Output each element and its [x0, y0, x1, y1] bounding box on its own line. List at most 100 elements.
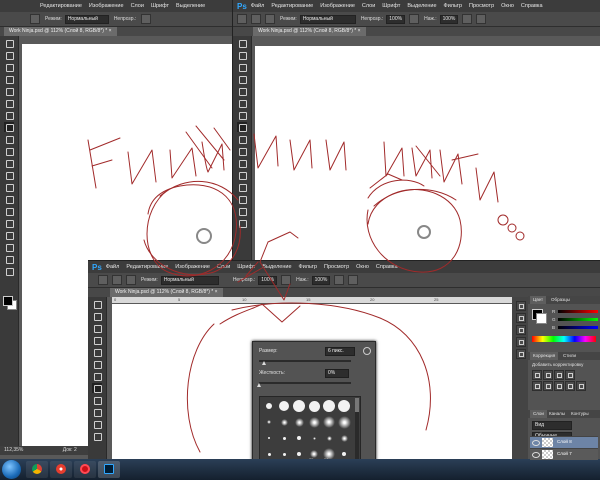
move-tool-icon-mid[interactable]: [237, 38, 247, 48]
brush-size-slider[interactable]: [259, 360, 351, 362]
stamp-tool-icon-mid[interactable]: [237, 134, 247, 144]
brush-preset-cell[interactable]: [262, 415, 276, 429]
menu-edit-back[interactable]: Редактирование: [40, 3, 82, 9]
preset-scrollbar[interactable]: [355, 398, 359, 462]
pen-tool-icon[interactable]: [4, 206, 14, 216]
foreground-color-swatch[interactable]: [3, 296, 13, 306]
brush-preset-cell[interactable]: [322, 431, 336, 445]
layer-visibility-eye-icon[interactable]: [532, 440, 540, 446]
tab-adjustments[interactable]: Коррекция: [530, 352, 559, 360]
opacity-pressure-icon-front[interactable]: [281, 275, 292, 285]
color-spectrum-bar[interactable]: [532, 336, 596, 342]
menu-type-back[interactable]: Шрифт: [151, 3, 169, 9]
lasso-tool-icon[interactable]: [4, 62, 14, 72]
brush-preset-icon[interactable]: [30, 14, 40, 24]
channel-g-slider[interactable]: [558, 318, 598, 321]
crop-tool-icon-front[interactable]: [92, 347, 102, 357]
menu-help-front[interactable]: Справка: [376, 264, 398, 270]
airbrush-icon-front[interactable]: [334, 275, 345, 285]
document-tab-front[interactable]: Work Ninja.psd @ 112% (Слой 8, RGB/8*) *…: [110, 288, 223, 297]
preset-scrollbar-thumb[interactable]: [355, 398, 359, 412]
hue-saturation-icon[interactable]: [543, 381, 553, 391]
canvas-middle[interactable]: [255, 46, 600, 265]
brush-preset-cell[interactable]: [322, 415, 336, 429]
quick-select-tool-icon[interactable]: [4, 74, 14, 84]
marquee-tool-icon-front[interactable]: [92, 311, 102, 321]
stamp-tool-icon[interactable]: [4, 134, 14, 144]
brush-preset-cell[interactable]: [307, 399, 321, 413]
healing-tool-icon-mid[interactable]: [237, 110, 247, 120]
character-panel-icon[interactable]: [516, 349, 526, 359]
crop-tool-icon[interactable]: [4, 86, 14, 96]
eraser-tool-icon[interactable]: [4, 158, 14, 168]
menu-layers-front[interactable]: Слои: [217, 264, 230, 270]
actions-panel-icon[interactable]: [516, 313, 526, 323]
menu-image[interactable]: Изображение: [320, 3, 355, 9]
taskbar-app-yandex[interactable]: [50, 461, 72, 478]
brush-tool-icon-front[interactable]: [92, 383, 102, 393]
brush-preset-cell[interactable]: [277, 431, 291, 445]
menu-file-front[interactable]: Файл: [106, 264, 120, 270]
menu-type-front[interactable]: Шрифт: [237, 264, 255, 270]
menu-image-front[interactable]: Изображение: [175, 264, 210, 270]
brush-panel-icon-front[interactable]: [126, 275, 136, 285]
brush-size-field[interactable]: 6 пикс.: [325, 347, 355, 356]
pen-tool-icon-mid[interactable]: [237, 206, 247, 216]
brush-tool-icon[interactable]: [4, 122, 14, 132]
history-brush-tool-icon[interactable]: [4, 146, 14, 156]
mode-select[interactable]: Нормальный: [64, 14, 109, 24]
brush-preset-cell[interactable]: [262, 431, 276, 445]
lasso-tool-icon-front[interactable]: [92, 323, 102, 333]
gradient-tool-icon[interactable]: [4, 170, 14, 180]
layer-visibility-eye-icon[interactable]: [532, 452, 540, 458]
dodge-tool-icon-mid[interactable]: [237, 194, 247, 204]
eyedropper-tool-icon-mid[interactable]: [237, 98, 247, 108]
menu-type[interactable]: Шрифт: [382, 3, 400, 9]
tab-channels[interactable]: Каналы: [546, 410, 568, 418]
menu-view-front[interactable]: Просмотр: [324, 264, 349, 270]
channel-b-slider[interactable]: [558, 326, 598, 329]
menu-select[interactable]: Выделение: [407, 3, 436, 9]
tab-close-icon-front[interactable]: ×: [215, 289, 218, 295]
clone-source-icon[interactable]: [516, 337, 526, 347]
tab-swatches[interactable]: Образцы: [548, 296, 573, 304]
exposure-icon[interactable]: [565, 370, 575, 380]
airbrush-icon-middle[interactable]: [462, 14, 473, 24]
path-select-tool-icon[interactable]: [4, 230, 14, 240]
brush-tool-preset-icon-front[interactable]: [98, 275, 108, 285]
blur-tool-icon-mid[interactable]: [237, 182, 247, 192]
type-tool-icon-mid[interactable]: [237, 218, 247, 228]
curves-icon[interactable]: [554, 370, 564, 380]
taskbar-app-photoshop[interactable]: [98, 461, 120, 478]
brush-preset-cell[interactable]: [337, 431, 351, 445]
pressure-field-middle[interactable]: 100%: [439, 14, 459, 24]
opacity-field-middle[interactable]: 100%: [386, 14, 406, 24]
tab-styles[interactable]: Стили: [560, 352, 579, 360]
brush-preset-cell[interactable]: [307, 431, 321, 445]
eyedropper-tool-icon[interactable]: [4, 98, 14, 108]
brush-preset-cell[interactable]: [292, 431, 306, 445]
brush-preset-cell[interactable]: [277, 415, 291, 429]
crop-tool-icon-mid[interactable]: [237, 86, 247, 96]
brush-size-slider-knob[interactable]: [261, 361, 266, 365]
menu-image-back[interactable]: Изображение: [89, 3, 124, 9]
opacity-pressure-icon-middle[interactable]: [409, 14, 420, 24]
eraser-tool-icon-front[interactable]: [92, 419, 102, 429]
brush-size-icon-front[interactable]: [112, 275, 122, 285]
brush-hardness-slider-knob[interactable]: [257, 383, 261, 387]
tab-layers[interactable]: Слои: [530, 410, 547, 418]
lasso-tool-icon-mid[interactable]: [237, 62, 247, 72]
levels-icon[interactable]: [543, 370, 553, 380]
mode-select-front[interactable]: Нормальный: [160, 275, 219, 285]
quick-select-tool-icon-mid[interactable]: [237, 74, 247, 84]
tab-color[interactable]: Цвет: [530, 296, 547, 304]
document-tab[interactable]: Work Ninja.psd @ 112% (Слой 8, RGB/8*) *…: [4, 27, 117, 36]
brush-hardness-slider[interactable]: [259, 382, 351, 384]
brush-size-icon[interactable]: [251, 14, 261, 24]
blur-tool-icon[interactable]: [4, 182, 14, 192]
tablet-pressure-icon-front[interactable]: [348, 275, 359, 285]
tab-close-icon[interactable]: ×: [109, 28, 112, 34]
shape-tool-icon[interactable]: [4, 242, 14, 252]
stamp-tool-icon-front[interactable]: [92, 395, 102, 405]
menu-select-back[interactable]: Выделение: [176, 3, 205, 9]
